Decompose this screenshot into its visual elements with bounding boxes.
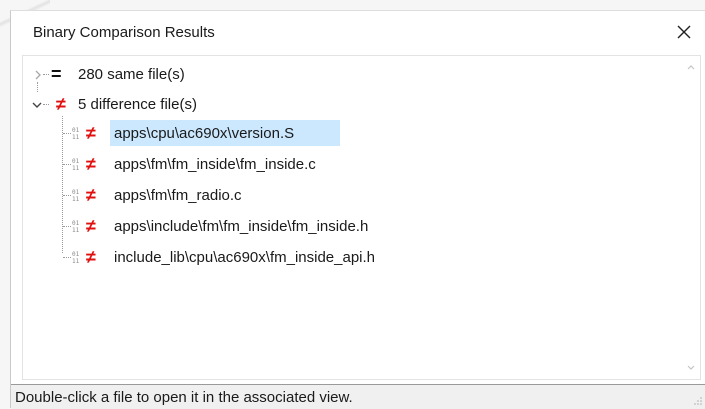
binary-file-icon: 01 11 [72,220,80,234]
tree-connector [37,82,38,92]
not-equal-icon: ≠ [86,185,96,205]
svg-text:11: 11 [72,165,80,172]
tree-connector [63,164,71,165]
svg-text:01: 01 [72,251,80,258]
svg-text:11: 11 [72,258,80,265]
tree-connector [63,257,71,258]
file-item[interactable]: 01 11 ≠ apps\fm\fm_radio.c [23,183,663,207]
tree-item-difference-files[interactable]: ≠ 5 difference file(s) [23,92,663,116]
file-path: apps\include\fm\fm_inside\fm_inside.h [114,218,369,235]
binary-file-icon: 01 11 [72,158,80,172]
tree-connector [63,226,71,227]
binary-file-icon: 01 11 [72,189,80,203]
file-path: apps\fm\fm_radio.c [114,187,242,204]
scroll-down-arrow-icon[interactable] [682,359,700,377]
status-text: Double-click a file to open it in the as… [15,389,353,406]
tree-connector [63,133,71,134]
tree-item-same-files[interactable]: = 280 same file(s) [23,62,663,86]
binary-file-icon: 01 11 [72,251,80,265]
not-equal-icon: ≠ [86,123,96,143]
not-equal-icon: ≠ [56,94,66,114]
svg-text:01: 01 [72,127,80,134]
svg-text:01: 01 [72,158,80,165]
vertical-scrollbar[interactable] [682,56,700,379]
difference-files-label: 5 difference file(s) [78,96,197,113]
dialog-title: Binary Comparison Results [33,24,215,41]
tree-connector [43,104,49,105]
same-files-label: 280 same file(s) [78,66,185,83]
file-item[interactable]: 01 11 ≠ include_lib\cpu\ac690x\fm_inside… [23,245,663,269]
scroll-up-arrow-icon[interactable] [682,58,700,76]
svg-text:01: 01 [72,220,80,227]
chevron-down-icon[interactable] [31,99,43,111]
titlebar: Binary Comparison Results [11,11,705,53]
file-path: apps\cpu\ac690x\version.S [114,125,295,142]
comparison-tree[interactable]: = 280 same file(s) ≠ 5 difference file(s… [22,55,701,380]
file-item[interactable]: 01 11 ≠ apps\cpu\ac690x\version.S [23,120,663,146]
not-equal-icon: ≠ [86,216,96,236]
not-equal-icon: ≠ [86,247,96,267]
resize-grip-icon[interactable] [693,396,703,406]
file-path: include_lib\cpu\ac690x\fm_inside_api.h [114,249,376,266]
not-equal-icon: ≠ [86,154,96,174]
status-bar: Double-click a file to open it in the as… [11,384,705,409]
svg-text:01: 01 [72,189,80,196]
svg-text:11: 11 [72,227,80,234]
chevron-right-icon[interactable] [32,69,44,81]
tree-connector [63,195,71,196]
equal-icon: = [51,64,62,84]
tree-connector [43,74,49,75]
svg-text:11: 11 [72,134,80,141]
file-item[interactable]: 01 11 ≠ apps\fm\fm_inside\fm_inside.c [23,152,663,176]
binary-comparison-dialog: Binary Comparison Results = 280 same fil… [10,10,705,409]
file-item[interactable]: 01 11 ≠ apps\include\fm\fm_inside\fm_ins… [23,214,663,238]
file-path: apps\fm\fm_inside\fm_inside.c [114,156,316,173]
close-icon[interactable] [673,21,695,43]
svg-text:11: 11 [72,196,80,203]
binary-file-icon: 01 11 [72,127,80,141]
